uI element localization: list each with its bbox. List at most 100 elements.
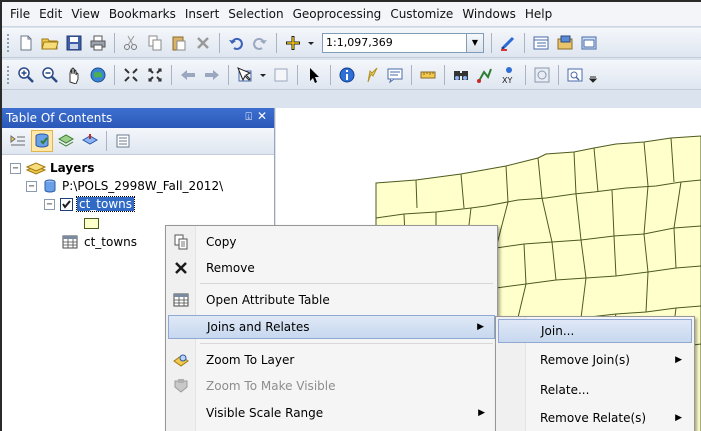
polygon-symbol-swatch[interactable] <box>84 217 99 229</box>
fixed-zoom-out-icon[interactable] <box>144 64 166 86</box>
select-features-icon[interactable] <box>234 64 256 86</box>
menu-insert[interactable]: Insert <box>185 7 228 21</box>
add-data-dropdown-icon[interactable] <box>306 32 316 54</box>
submenu-item-remove-joins[interactable]: Remove Join(s) ▶ <box>498 348 692 372</box>
toolbar-separator <box>558 64 559 85</box>
add-data-icon[interactable] <box>282 32 304 54</box>
zoom-in-icon[interactable] <box>15 64 37 86</box>
map-scale-input[interactable]: 1:1,097,369 <box>322 32 467 53</box>
table-name-label: ct_towns <box>84 235 138 249</box>
layer-context-menu: Copy Remove Open Attribute Table Joins a… <box>165 225 498 431</box>
toolbar-grip[interactable] <box>6 64 10 85</box>
cut-icon[interactable] <box>120 32 142 54</box>
table-of-contents-icon[interactable] <box>530 32 552 54</box>
tree-node-layer[interactable]: − ct_towns <box>44 195 136 213</box>
menu-customize[interactable]: Customize <box>390 7 462 21</box>
search-window-icon[interactable] <box>578 32 600 54</box>
create-viewer-window-icon[interactable] <box>564 64 586 86</box>
toc-title-bar[interactable]: Table Of Contents ⍗ ✕ <box>2 108 274 128</box>
toc-title: Table Of Contents <box>6 111 113 125</box>
find-icon[interactable] <box>450 64 472 86</box>
list-by-selection-icon[interactable] <box>79 130 101 152</box>
redo-icon[interactable] <box>249 32 271 54</box>
map-scale-combobox[interactable]: 1:1,097,369 ▼ <box>322 32 484 53</box>
remove-icon <box>168 261 194 275</box>
options-icon[interactable] <box>112 130 134 152</box>
submenu-item-join[interactable]: Join... <box>498 319 692 343</box>
layer-visibility-checkbox[interactable] <box>60 197 73 211</box>
menu-view[interactable]: View <box>71 7 108 21</box>
workspace-path-label: P:\POLS_2998W_Fall_2012\ <box>62 179 224 193</box>
menu-help[interactable]: Help <box>525 7 561 21</box>
delete-icon[interactable] <box>192 32 214 54</box>
standard-toolbar: 1:1,097,369 ▼ <box>2 28 701 58</box>
menu-file[interactable]: File <box>10 7 39 21</box>
zoom-out-icon[interactable] <box>39 64 61 86</box>
forward-extent-icon[interactable] <box>201 64 223 86</box>
submenu-label: Relate... <box>540 383 590 397</box>
list-by-source-icon[interactable] <box>31 130 53 152</box>
menu-selection[interactable]: Selection <box>228 7 292 21</box>
collapse-icon[interactable]: − <box>44 198 55 210</box>
go-to-xy-icon[interactable]: XY <box>498 64 520 86</box>
save-icon[interactable] <box>63 32 85 54</box>
select-dropdown-icon[interactable] <box>258 64 268 86</box>
menu-bookmarks[interactable]: Bookmarks <box>109 7 185 21</box>
menu-windows[interactable]: Windows <box>462 7 525 21</box>
clear-selection-icon[interactable] <box>270 64 292 86</box>
context-menu-item-copy[interactable]: Copy <box>168 230 495 254</box>
context-menu-item-open-attribute-table[interactable]: Open Attribute Table <box>168 288 495 312</box>
context-menu-separator <box>200 343 493 344</box>
pin-icon[interactable]: ⍗ <box>245 110 252 124</box>
find-route-icon[interactable] <box>474 64 496 86</box>
context-menu-item-zoom-to-layer[interactable]: Zoom To Layer <box>168 348 495 372</box>
standalone-table-icon <box>62 235 78 249</box>
toolbar-overflow-icon[interactable] <box>588 64 598 86</box>
context-menu-item-remove[interactable]: Remove <box>168 256 495 280</box>
context-menu-label: Open Attribute Table <box>206 293 330 307</box>
submenu-label: Remove Relate(s) <box>540 411 647 425</box>
catalog-window-icon[interactable] <box>554 32 576 54</box>
html-popup-icon[interactable] <box>384 64 406 86</box>
identify-icon[interactable] <box>336 64 358 86</box>
close-icon[interactable]: ✕ <box>257 109 267 123</box>
submenu-item-relate[interactable]: Relate... <box>498 378 692 402</box>
copy-icon[interactable] <box>144 32 166 54</box>
tree-node-layers[interactable]: − Layers <box>10 159 94 177</box>
submenu-arrow-icon: ▶ <box>675 413 682 423</box>
layer-symbol[interactable] <box>84 214 99 232</box>
tree-node-workspace[interactable]: − P:\POLS_2998W_Fall_2012\ <box>26 177 223 195</box>
undo-icon[interactable] <box>225 32 247 54</box>
context-menu-item-visible-scale-range[interactable]: Visible Scale Range ▶ <box>168 401 495 425</box>
collapse-icon[interactable]: − <box>26 180 37 192</box>
select-elements-icon[interactable] <box>303 64 325 86</box>
print-icon[interactable] <box>87 32 109 54</box>
menu-geoprocessing[interactable]: Geoprocessing <box>293 7 391 21</box>
toolbar-separator <box>276 32 277 53</box>
new-document-icon[interactable] <box>15 32 37 54</box>
collapse-icon[interactable]: − <box>10 162 21 174</box>
list-by-visibility-icon[interactable] <box>55 130 77 152</box>
time-slider-icon[interactable] <box>531 64 553 86</box>
back-extent-icon[interactable] <box>177 64 199 86</box>
layer-name-label[interactable]: ct_towns <box>75 196 136 212</box>
full-extent-icon[interactable] <box>87 64 109 86</box>
paste-icon[interactable] <box>168 32 190 54</box>
editor-toolbar-icon[interactable] <box>497 32 519 54</box>
menu-edit[interactable]: Edit <box>39 7 71 21</box>
pan-icon[interactable] <box>63 64 85 86</box>
toolbar-separator <box>114 64 115 85</box>
toolbar-grip[interactable] <box>6 32 10 53</box>
context-menu-item-joins-and-relates[interactable]: Joins and Relates ▶ <box>168 315 495 339</box>
measure-icon[interactable] <box>417 64 439 86</box>
fixed-zoom-in-icon[interactable] <box>120 64 142 86</box>
chevron-down-icon[interactable]: ▼ <box>467 32 484 53</box>
open-folder-icon[interactable] <box>39 32 61 54</box>
context-menu-item-zoom-to-make-visible[interactable]: Zoom To Make Visible <box>168 374 495 398</box>
submenu-arrow-icon: ▶ <box>477 322 484 332</box>
list-by-drawing-order-icon[interactable] <box>7 130 29 152</box>
submenu-item-remove-relates[interactable]: Remove Relate(s) ▶ <box>498 406 692 430</box>
context-menu-label: Joins and Relates <box>207 320 310 334</box>
hyperlink-icon[interactable] <box>360 64 382 86</box>
tree-node-table[interactable]: ct_towns <box>62 233 137 251</box>
